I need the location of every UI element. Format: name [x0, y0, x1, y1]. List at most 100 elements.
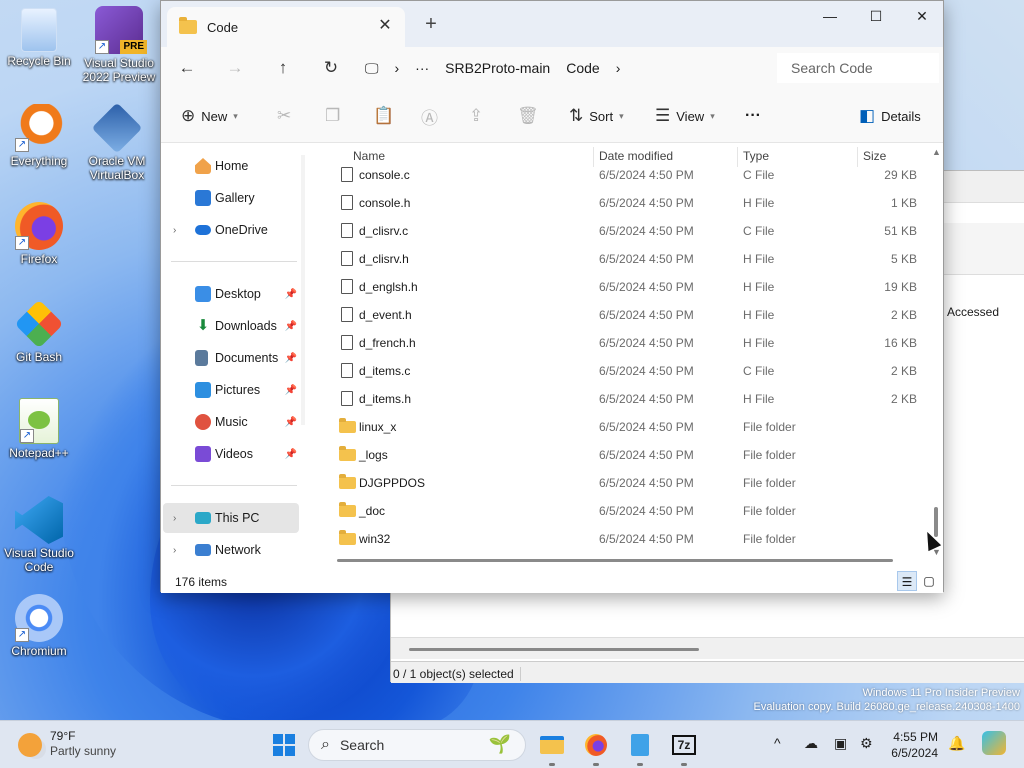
delete-button[interactable]: 🗑 [517, 104, 545, 128]
table-row[interactable]: console.h 6/5/2024 4:50 PM H File 1 KB [317, 189, 917, 217]
chevron-up-icon[interactable]: ^ [774, 735, 781, 751]
file-explorer-taskbar-button[interactable] [536, 729, 568, 761]
device-icon[interactable]: ▣ [834, 735, 847, 752]
nav-item-music[interactable]: Music 📌 [163, 407, 299, 437]
pin-icon[interactable]: 📌 [285, 289, 297, 300]
chevron-right-icon[interactable]: › [173, 225, 176, 236]
table-row[interactable]: linux_x 6/5/2024 4:50 PM File folder [317, 413, 917, 441]
search-input[interactable]: Search Code [777, 53, 939, 83]
chevron-right-icon[interactable]: › [395, 60, 400, 76]
chevron-right-icon[interactable]: › [173, 545, 176, 556]
nav-item-documents[interactable]: Documents 📌 [163, 343, 299, 373]
back-button[interactable]: ← [173, 54, 201, 82]
desktop-icon-git-bash[interactable]: Git Bash [0, 299, 78, 364]
vertical-scrollbar[interactable]: ▲ ▼ [931, 147, 941, 557]
cloud-offline-icon[interactable]: ☁ [804, 735, 818, 752]
desktop-icon-firefox[interactable]: ↗ Firefox [0, 202, 78, 266]
table-row[interactable]: d_englsh.h 6/5/2024 4:50 PM H File 19 KB [317, 273, 917, 301]
details-pane-button[interactable]: ◧ Details [859, 104, 921, 128]
firefox-taskbar-button[interactable] [580, 729, 612, 761]
table-row[interactable]: console.c 6/5/2024 4:50 PM C File 29 KB [317, 161, 917, 189]
sort-button[interactable]: ⇅ Sort ▾ [569, 104, 624, 128]
close-tab-icon[interactable]: ✕ [375, 16, 395, 36]
table-row[interactable]: d_clisrv.h 6/5/2024 4:50 PM H File 5 KB [317, 245, 917, 273]
table-row[interactable]: _doc 6/5/2024 4:50 PM File folder [317, 497, 917, 525]
table-row[interactable]: d_clisrv.c 6/5/2024 4:50 PM C File 51 KB [317, 217, 917, 245]
scrollbar-thumb[interactable] [409, 648, 699, 651]
desktop-icon-everything[interactable]: ↗ Everything [0, 104, 78, 168]
table-row[interactable]: d_items.h 6/5/2024 4:50 PM H File 2 KB [317, 385, 917, 413]
up-button[interactable]: ↑ [269, 54, 297, 82]
copy-button[interactable]: ❐ [325, 104, 346, 128]
breadcrumb-item-code[interactable]: Code [566, 60, 599, 76]
pin-icon[interactable]: 📌 [285, 385, 297, 396]
refresh-button[interactable]: ↻ [317, 54, 345, 82]
7zip-taskbar-button[interactable]: 7z [668, 729, 700, 761]
desktop-icon-recycle-bin[interactable]: Recycle Bin [0, 8, 78, 68]
column-header-accessed[interactable]: Accessed [947, 305, 999, 319]
rename-button[interactable]: Ⓐ [421, 104, 444, 128]
scroll-up-icon[interactable]: ▲ [932, 147, 941, 157]
nav-item-videos[interactable]: Videos 📌 [163, 439, 299, 469]
file-explorer-window[interactable]: Code ✕ + — ☐ ✕ ← → ↑ ↻ 🖵 › ··· SRB2Proto… [160, 0, 945, 593]
table-row[interactable]: DJGPPDOS 6/5/2024 4:50 PM File folder [317, 469, 917, 497]
pin-icon[interactable]: 📌 [285, 353, 297, 364]
nav-item-desktop[interactable]: Desktop 📌 [163, 279, 299, 309]
more-options-button[interactable]: ··· [745, 104, 761, 128]
pictures-icon [195, 382, 211, 398]
pin-icon[interactable]: 📌 [285, 449, 297, 460]
share-button[interactable]: ⇪ [469, 104, 489, 128]
view-button[interactable]: ☰ View ▾ [655, 104, 715, 128]
desktop-icon-virtualbox[interactable]: Oracle VM VirtualBox [78, 102, 156, 182]
nav-item-downloads[interactable]: ⬇ Downloads 📌 [163, 311, 299, 341]
cut-button[interactable]: ✂ [277, 104, 297, 128]
network-settings-icon[interactable]: ⚙ [860, 735, 873, 752]
desktop-icon-visual-studio-preview[interactable]: PRE ↗ Visual Studio 2022 Preview [80, 6, 158, 84]
table-row[interactable]: d_event.h 6/5/2024 4:50 PM H File 2 KB [317, 301, 917, 329]
table-row[interactable]: win32 6/5/2024 4:50 PM File folder [317, 525, 917, 553]
table-row[interactable]: d_items.c 6/5/2024 4:50 PM C File 2 KB [317, 357, 917, 385]
chevron-right-icon[interactable]: › [616, 60, 621, 76]
breadcrumb[interactable]: 🖵 › ··· SRB2Proto-main Code › [365, 53, 769, 83]
nav-item-pictures[interactable]: Pictures 📌 [163, 375, 299, 405]
desktop-icon-chromium[interactable]: ↗ Chromium [0, 594, 78, 658]
new-button[interactable]: ⊕ New ▾ [181, 104, 238, 128]
paste-button[interactable]: 📋 [373, 104, 400, 128]
clock[interactable]: 4:55 PM 6/5/2024 [884, 729, 938, 761]
minimize-button[interactable]: — [807, 1, 853, 31]
maximize-button[interactable]: ☐ [853, 1, 899, 31]
details-view-icon[interactable]: ☰ [897, 571, 917, 591]
start-button[interactable] [268, 729, 300, 761]
computer-icon[interactable]: 🖵 [365, 60, 379, 77]
file-list[interactable]: Name Date modified Type Size console.c 6/… [317, 143, 943, 569]
table-row[interactable]: _logs 6/5/2024 4:50 PM File folder [317, 441, 917, 469]
nav-item-gallery[interactable]: Gallery [163, 183, 299, 213]
taskbar-search[interactable]: ⌕ Search 🌱 [308, 729, 526, 761]
copilot-preview-icon[interactable] [982, 731, 1006, 755]
weather-description: Partly sunny [50, 744, 117, 758]
navigation-pane[interactable]: Home Gallery › OneDrive Desktop 📌 ⬇ Downloa… [161, 143, 311, 569]
table-row[interactable]: d_french.h 6/5/2024 4:50 PM H File 16 KB [317, 329, 917, 357]
desktop-icon-vscode[interactable]: Visual Studio Code [0, 496, 78, 574]
desktop-icon-notepad-plus-plus[interactable]: ↗ Notepad++ [0, 398, 78, 460]
nav-item-this-pc[interactable]: › This PC [163, 503, 299, 533]
close-window-button[interactable]: ✕ [899, 1, 945, 31]
large-icons-view-icon[interactable]: ▢ [919, 571, 939, 591]
horizontal-scrollbar[interactable] [391, 637, 1024, 659]
notepad-taskbar-button[interactable] [624, 729, 656, 761]
tab-code[interactable]: Code ✕ [167, 7, 405, 47]
nav-item-home[interactable]: Home [163, 151, 299, 181]
horizontal-scrollbar-thumb[interactable] [337, 559, 893, 562]
weather-widget[interactable]: 79°F Partly sunny [18, 729, 116, 759]
notification-bell-icon[interactable]: 🔔 [948, 735, 965, 752]
nav-item-onedrive[interactable]: › OneDrive [163, 215, 299, 245]
breadcrumb-more[interactable]: ··· [415, 60, 429, 76]
forward-button[interactable]: → [221, 54, 249, 82]
nav-item-network[interactable]: › Network [163, 535, 299, 565]
new-tab-button[interactable]: + [419, 13, 443, 37]
nav-scrollbar[interactable] [301, 155, 305, 425]
breadcrumb-item-srb2proto[interactable]: SRB2Proto-main [445, 60, 550, 76]
chevron-right-icon[interactable]: › [173, 513, 176, 524]
pin-icon[interactable]: 📌 [285, 321, 297, 332]
pin-icon[interactable]: 📌 [285, 417, 297, 428]
